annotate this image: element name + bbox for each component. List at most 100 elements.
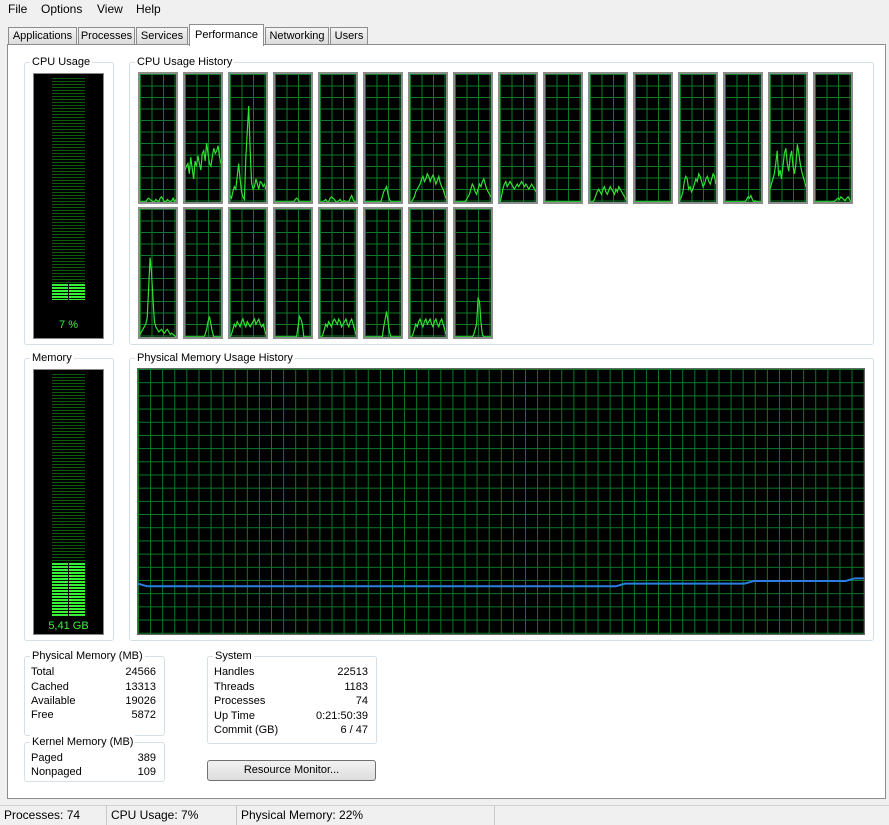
tab-services[interactable]: Services [136,27,188,44]
menu-help[interactable]: Help [133,1,164,18]
performance-panel: CPU Usage 7 % CPU Usage History Memory 5… [7,44,886,799]
cpu-core-graph [543,72,583,204]
cpu-core-line [230,106,266,199]
cpu-usage-value: 7 % [59,319,78,331]
cpu-core-plot [140,74,176,202]
cpu-core-plot [680,74,716,202]
cpu-core-line [455,299,491,337]
cpu-usage-meter: 7 % [33,73,104,339]
stat-value: 389 [137,752,156,764]
memory-meter: 5,41 GB [33,369,104,635]
stat-row-free: Free 5872 [31,708,156,722]
status-bar: Processes: 74 CPU Usage: 7% Physical Mem… [0,805,889,825]
stat-label: Cached [31,681,69,693]
cpu-core-plot [185,74,221,202]
stat-label: Nonpaged [31,766,82,778]
cpu-core-plot [500,74,536,202]
menu-view[interactable]: View [94,1,126,18]
cpu-core-line [500,182,536,202]
tab-processes[interactable]: Processes [78,27,135,44]
stat-value: 109 [137,766,156,778]
cpu-core-plot [725,74,761,202]
stat-label: Handles [214,666,255,678]
cpu-core-plot [635,74,671,202]
status-processes: Processes: 74 [0,806,107,825]
cpu-core-graph [633,72,673,204]
cpu-core-graph [363,207,403,339]
cpu-core-plot [455,74,491,202]
cpu-core-plot [455,209,491,337]
cpu-core-graph [768,72,808,204]
stat-value: 6 / 47 [340,724,368,736]
memory-history-line [138,578,864,586]
cpu-core-graph [678,72,718,204]
resource-monitor-button[interactable]: Resource Monitor... [207,760,376,781]
cpu-core-plot [365,74,401,202]
menu-options[interactable]: Options [38,1,85,18]
cpu-core-plot [410,209,446,337]
memory-history-title: Physical Memory Usage History [135,351,295,365]
cpu-core-line [320,319,356,337]
cpu-core-graph [498,72,538,204]
cpu-core-graph [318,72,358,204]
stat-row-nonpaged: Nonpaged 109 [31,765,156,779]
memory-history-plot [138,369,864,634]
cpu-core-graph [138,207,178,339]
cpu-core-line [185,317,221,337]
cpu-core-plot [320,209,356,337]
stat-label: Available [31,695,76,707]
cpu-core-line [275,317,311,337]
tab-performance[interactable]: Performance [189,24,264,46]
cpu-core-plot [410,74,446,202]
physical-memory-group: Physical Memory (MB) Total 24566 Cached … [24,649,165,736]
tab-applications[interactable]: Applications [8,27,77,44]
stat-row-paged: Paged 389 [31,751,156,765]
tab-networking[interactable]: Networking [265,27,329,44]
cpu-core-plot [275,209,311,337]
cpu-core-graph [813,72,853,204]
physical-memory-title: Physical Memory (MB) [30,649,145,663]
kernel-memory-title: Kernel Memory (MB) [30,735,136,749]
cpu-core-plot [770,74,806,202]
cpu-core-line [185,143,221,179]
cpu-core-graph [363,72,403,204]
cpu-core-graph [228,72,268,204]
cpu-core-plot [815,74,851,202]
cpu-core-graph [588,72,628,204]
cpu-core-plot [590,74,626,202]
kernel-memory-group: Kernel Memory (MB) Paged 389 Nonpaged 10… [24,735,165,782]
stat-value: 5872 [131,709,156,721]
cpu-core-graph [453,207,493,339]
stat-value: 74 [355,695,368,707]
memory-group: Memory 5,41 GB [24,351,114,641]
cpu-core-line [365,311,401,337]
stat-row-commit: Commit (GB) 6 / 47 [214,723,368,737]
stat-value: 22513 [337,666,368,678]
status-cpu-usage: CPU Usage: 7% [107,806,237,825]
memory-title: Memory [30,351,74,365]
system-title: System [213,649,254,663]
cpu-core-line [590,187,626,202]
stat-row-processes: Processes 74 [214,694,368,708]
cpu-core-graph [183,72,223,204]
cpu-core-plot [230,209,266,337]
menu-file[interactable]: File [5,1,30,18]
stat-row-total: Total 24566 [31,665,156,679]
stat-row-available: Available 19026 [31,694,156,708]
stat-row-handles: Handles 22513 [214,665,368,679]
stat-label: Up Time [214,710,255,722]
cpu-core-plot [545,74,581,202]
cpu-core-plot [320,74,356,202]
stat-label: Commit (GB) [214,724,279,736]
tab-users[interactable]: Users [330,27,368,44]
cpu-history-group: CPU Usage History [129,55,874,345]
stat-label: Threads [214,681,255,693]
cpu-core-graph [273,72,313,204]
cpu-usage-title: CPU Usage [30,55,93,69]
cpu-core-line [410,174,446,202]
cpu-core-graph [138,72,178,204]
stat-row-uptime: Up Time 0:21:50:39 [214,709,368,723]
cpu-core-plot [230,74,266,202]
stat-value: 13313 [125,681,156,693]
cpu-core-line [275,198,311,202]
